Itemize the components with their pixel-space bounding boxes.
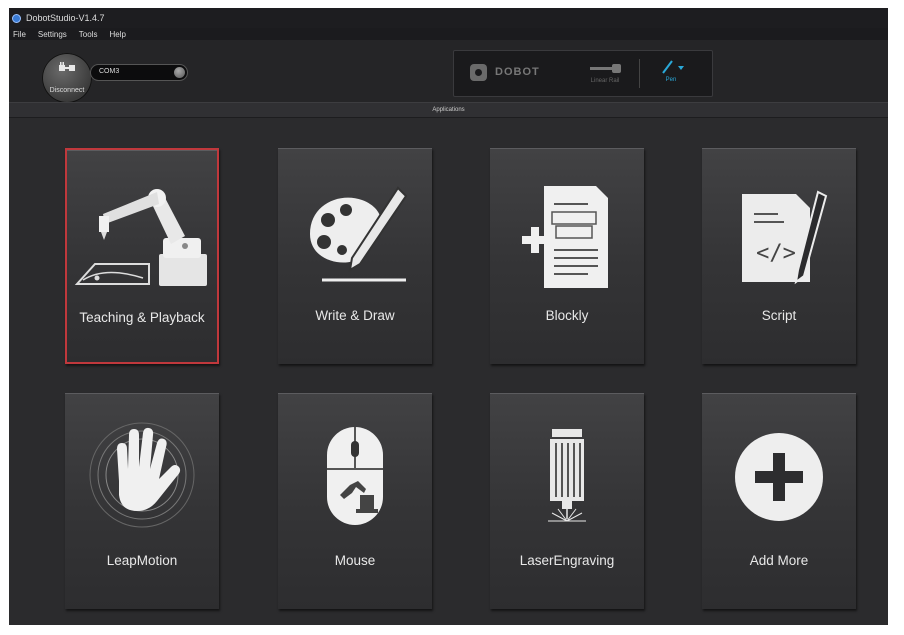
app-label: Write & Draw xyxy=(315,308,395,323)
dobot-logo xyxy=(470,64,487,81)
linear-rail-label: Linear Rail xyxy=(590,78,620,84)
app-label: LaserEngraving xyxy=(519,553,615,568)
script-document-icon: </> xyxy=(742,190,828,285)
title-bar: DobotStudio-V1.4.7 xyxy=(9,8,888,28)
linear-rail-toggle[interactable]: Linear Rail xyxy=(585,61,625,87)
hand-icon xyxy=(89,422,195,528)
app-tile-mouse[interactable]: Mouse xyxy=(278,393,432,609)
app-tile-laserengraving[interactable]: LaserEngraving xyxy=(490,393,644,609)
palette-pen-icon xyxy=(310,186,408,282)
end-tool-label: Pen xyxy=(665,77,677,83)
app-tile-teaching-playback[interactable]: Teaching & Playback xyxy=(65,148,219,364)
device-panel: DOBOT Linear Rail Pen xyxy=(453,50,713,97)
app-tile-write-draw[interactable]: Write & Draw xyxy=(278,148,432,364)
window-title: DobotStudio-V1.4.7 xyxy=(26,13,105,23)
menu-tools[interactable]: Tools xyxy=(79,30,98,39)
menu-settings[interactable]: Settings xyxy=(38,30,67,39)
laser-icon xyxy=(548,429,586,522)
panel-divider xyxy=(639,59,640,88)
port-value: COM3 xyxy=(99,68,120,75)
end-tool-selector[interactable]: Pen xyxy=(654,57,688,89)
brand-name: DOBOT xyxy=(495,66,540,78)
app-icon xyxy=(12,13,21,23)
plug-icon xyxy=(59,62,75,71)
app-label: Mouse xyxy=(334,553,376,568)
app-tile-leapmotion[interactable]: LeapMotion xyxy=(65,393,219,609)
disconnect-button[interactable]: Disconnect xyxy=(42,53,92,103)
plus-circle-icon xyxy=(735,433,823,521)
app-label: Teaching & Playback xyxy=(79,310,205,325)
port-selector[interactable]: COM3 xyxy=(90,64,188,81)
app-label: Blockly xyxy=(545,308,589,323)
app-window: DobotStudio-V1.4.7 File Settings Tools H… xyxy=(9,8,888,625)
mouse-icon xyxy=(327,427,383,525)
svg-text:</>: </> xyxy=(756,241,796,266)
app-label: Add More xyxy=(749,553,809,568)
blockly-document-icon xyxy=(522,186,608,288)
menu-help[interactable]: Help xyxy=(109,30,125,39)
port-dropdown-knob[interactable] xyxy=(174,67,185,78)
menu-file[interactable]: File xyxy=(13,30,26,39)
app-tile-script[interactable]: </> Script xyxy=(702,148,856,364)
app-tile-add-more[interactable]: Add More xyxy=(702,393,856,609)
menu-bar: File Settings Tools Help xyxy=(9,28,888,40)
pen-tool-icon xyxy=(662,60,684,74)
app-label: Script xyxy=(761,308,797,323)
app-label: LeapMotion xyxy=(106,553,178,568)
robot-arm-icon xyxy=(74,189,207,286)
disconnect-label: Disconnect xyxy=(49,87,85,94)
app-tile-blockly[interactable]: Blockly xyxy=(490,148,644,364)
toolbar: Disconnect COM3 DOBOT Linear Rail Pen xyxy=(9,40,888,103)
applications-header: Applications xyxy=(9,102,888,118)
